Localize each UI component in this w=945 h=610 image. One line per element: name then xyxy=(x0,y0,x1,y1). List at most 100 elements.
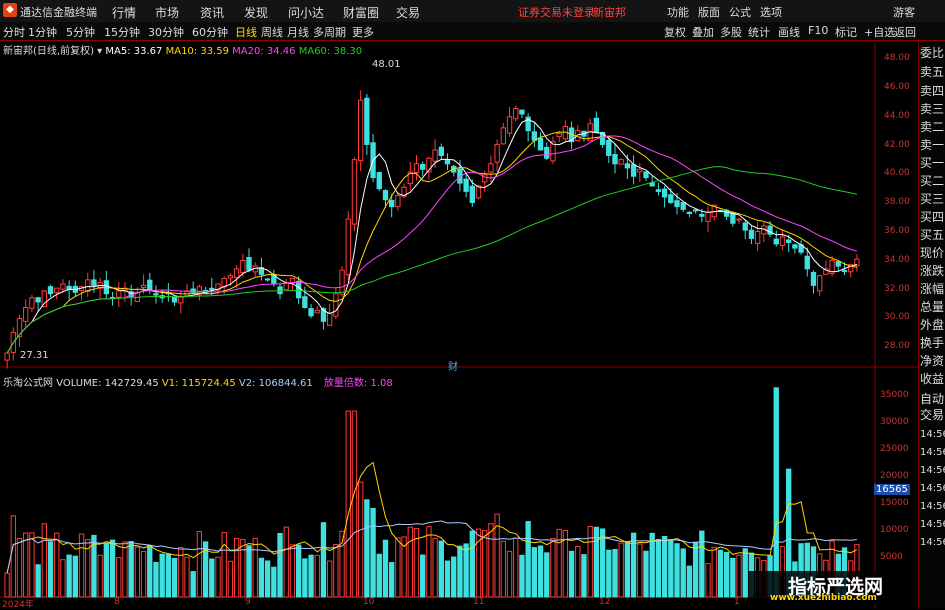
finance-marker[interactable]: 财 xyxy=(448,358,458,373)
date-tick: 12 xyxy=(599,597,611,607)
volume-bar xyxy=(159,553,165,598)
period-15min[interactable]: 15分钟 xyxy=(104,24,140,40)
volume-bar xyxy=(190,571,196,598)
volume-bar xyxy=(550,537,556,598)
volume-bar xyxy=(35,564,41,598)
volume-bar xyxy=(295,544,302,598)
candle-body xyxy=(674,200,680,208)
quote-label: 收益 xyxy=(920,372,945,386)
candle-body xyxy=(326,312,333,326)
candle-body xyxy=(792,244,798,249)
period-30min[interactable]: 30分钟 xyxy=(148,24,184,40)
volume-bar xyxy=(60,559,66,598)
volume-bar xyxy=(41,523,47,598)
candle-body xyxy=(91,279,97,286)
overlay-button[interactable]: 叠加 xyxy=(692,24,714,40)
guest-user[interactable]: 游客 xyxy=(893,4,915,20)
volume-bar xyxy=(736,554,742,598)
volume-bar xyxy=(215,556,221,598)
ma10-line xyxy=(6,131,857,354)
volume-bar xyxy=(649,532,655,598)
stats-button[interactable]: 统计 xyxy=(748,24,770,40)
candle-body xyxy=(240,260,246,274)
period-toolbar: 分时 1分钟 5分钟 15分钟 30分钟 60分钟 日线 周线 月线 多周期 更… xyxy=(0,22,945,41)
volume-bar xyxy=(575,545,581,598)
price-tick: 30.00 xyxy=(884,312,910,322)
volume-bar xyxy=(519,554,525,598)
volume-bar xyxy=(488,523,494,598)
candle-body xyxy=(469,185,475,203)
period-more[interactable]: 更多 xyxy=(352,24,374,40)
candle-body xyxy=(785,239,792,244)
volume-bar xyxy=(97,554,103,598)
volume-bar xyxy=(23,532,29,598)
candle-body xyxy=(692,209,699,212)
candle-body xyxy=(345,218,351,276)
mark-button[interactable]: 标记 xyxy=(835,24,857,40)
trade-time: 14:56 xyxy=(920,429,945,440)
volume-bar xyxy=(165,553,172,598)
menu-quotes[interactable]: 行情 xyxy=(112,4,136,21)
candle-body xyxy=(16,318,23,338)
volume-bar xyxy=(451,556,457,598)
current-stock: 新宙邦 xyxy=(593,6,626,19)
f10-button[interactable]: F10 xyxy=(808,24,828,37)
trade-login-status[interactable]: 证券交易未登录 xyxy=(518,4,595,20)
quote-label: 现价 xyxy=(920,246,945,260)
price-tick: 44.00 xyxy=(884,111,910,121)
volume-bar xyxy=(692,541,699,598)
candle-body xyxy=(537,137,544,151)
menu-ask[interactable]: 问小达 xyxy=(288,4,324,21)
multi-stock-button[interactable]: 多股 xyxy=(720,24,742,40)
volume-bar xyxy=(705,563,711,598)
period-5min[interactable]: 5分钟 xyxy=(66,24,95,40)
menu-market[interactable]: 市场 xyxy=(155,4,179,21)
volume-bar xyxy=(140,551,147,598)
menu-function[interactable]: 功能 xyxy=(667,4,689,20)
menu-news[interactable]: 资讯 xyxy=(200,4,224,21)
candle-body xyxy=(643,171,649,179)
period-daily[interactable]: 日线 xyxy=(235,24,257,40)
volume-bar xyxy=(289,544,296,598)
volume-bar xyxy=(643,550,649,598)
volume-bar xyxy=(686,565,693,598)
quote-label: 买二 xyxy=(920,174,945,188)
candle-body xyxy=(233,268,240,279)
period-monthly[interactable]: 月线 xyxy=(287,24,309,40)
kline-chart[interactable] xyxy=(0,42,918,609)
volume-bar xyxy=(618,542,624,598)
candle-body xyxy=(227,275,234,279)
quote-label: 交易 xyxy=(920,408,945,422)
vol-tick: 5000 xyxy=(880,552,903,562)
volume-bar xyxy=(655,538,662,598)
candle-body xyxy=(531,131,538,141)
price-tick: 28.00 xyxy=(884,341,910,351)
period-weekly[interactable]: 周线 xyxy=(261,24,283,40)
menu-options[interactable]: 选项 xyxy=(760,4,782,20)
quote-label: 卖五 xyxy=(920,65,945,79)
candle-body xyxy=(655,189,662,192)
candle-body xyxy=(519,109,525,115)
candle-body xyxy=(593,117,600,133)
menu-trade[interactable]: 交易 xyxy=(396,4,420,21)
adjust-button[interactable]: 复权 xyxy=(664,24,686,40)
add-watchlist-button[interactable]: +自选 xyxy=(864,24,895,40)
menu-formula[interactable]: 公式 xyxy=(729,4,751,20)
candle-body xyxy=(680,202,686,210)
menu-layout[interactable]: 版面 xyxy=(698,4,720,20)
trade-time: 14:56 xyxy=(920,519,945,530)
menu-discover[interactable]: 发现 xyxy=(244,4,268,21)
volume-bar xyxy=(271,566,277,598)
volume-bar xyxy=(233,537,240,598)
candle-body xyxy=(413,163,420,174)
quote-label: 换手 xyxy=(920,336,945,350)
candle-body xyxy=(382,190,389,201)
period-tick[interactable]: 分时 xyxy=(3,24,25,40)
menu-wealth[interactable]: 财富圈 xyxy=(343,4,379,21)
period-60min[interactable]: 60分钟 xyxy=(192,24,228,40)
draw-line-button[interactable]: 画线 xyxy=(778,24,800,40)
back-button[interactable]: 返回 xyxy=(894,24,916,40)
candle-body xyxy=(147,279,153,291)
period-1min[interactable]: 1分钟 xyxy=(28,24,57,40)
period-multi[interactable]: 多周期 xyxy=(313,24,346,40)
